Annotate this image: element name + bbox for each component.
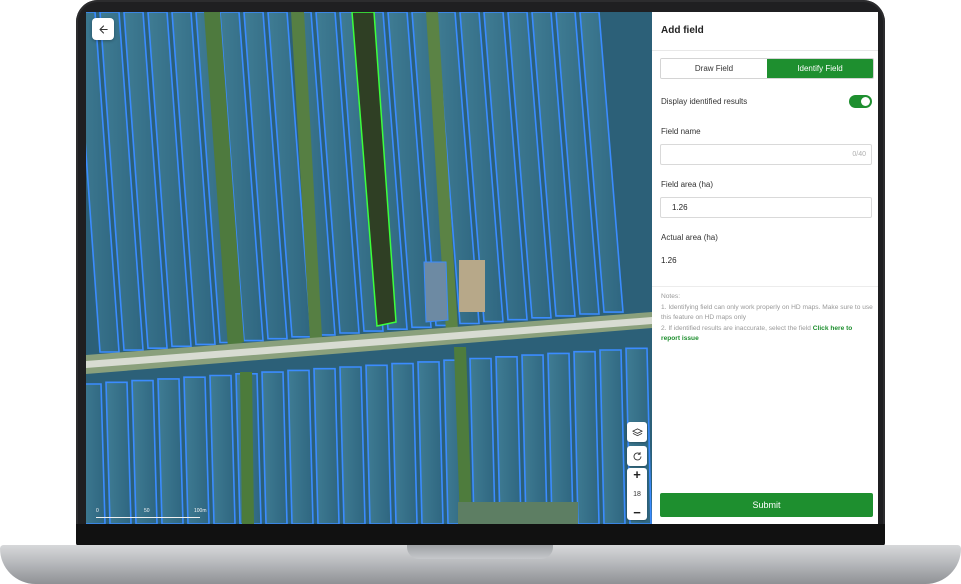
field-strip — [547, 352, 574, 524]
field-plot — [423, 261, 449, 323]
layers-button[interactable] — [627, 422, 647, 442]
scale-label: 0 — [96, 508, 99, 514]
scale-bar: 0 50 100m — [96, 508, 207, 522]
zoom-level: 18 — [633, 490, 641, 498]
field-strip — [131, 379, 158, 524]
zoom-in-button[interactable]: + — [633, 468, 641, 482]
mode-tabs: Draw Field Identify Field — [660, 58, 874, 79]
field-name-counter: 0/40 — [852, 151, 866, 158]
field-strip — [495, 355, 522, 524]
field-strip — [573, 350, 600, 524]
notes-line-2-text: 2. If identified results are inaccurate,… — [661, 324, 811, 332]
field-area-label: Field area (ha) — [661, 180, 714, 189]
layers-icon — [631, 427, 643, 436]
zoom-control: + 18 − — [627, 468, 647, 520]
field-strip — [417, 361, 444, 524]
field-strip — [469, 357, 496, 524]
field-area-value: 1.26 — [672, 203, 688, 212]
field-strip — [157, 378, 184, 524]
arrow-left-icon — [98, 24, 108, 34]
refresh-icon — [633, 451, 641, 460]
app-screen: + 18 − 0 50 100m Add field Draw Field Id… — [86, 12, 878, 524]
divider — [652, 50, 878, 51]
display-results-toggle[interactable] — [849, 95, 872, 108]
satellite-map[interactable]: + 18 − 0 50 100m — [86, 12, 652, 524]
tab-draw-field[interactable]: Draw Field — [661, 59, 767, 78]
notes-line-1: 1. Identifying field can only work prope… — [661, 303, 873, 322]
map-imagery — [86, 12, 652, 524]
plus-icon: + — [633, 467, 641, 482]
bare-plot — [459, 260, 485, 312]
refresh-button[interactable] — [627, 446, 647, 466]
field-strip — [365, 364, 392, 524]
scale-label: 50 — [144, 508, 150, 514]
field-area-input[interactable]: 1.26 — [660, 197, 872, 218]
field-name-input[interactable]: 0/40 — [660, 144, 872, 165]
field-strip — [599, 349, 626, 524]
laptop-notch — [407, 545, 553, 559]
field-strip — [391, 362, 418, 524]
field-strip — [183, 376, 210, 524]
scale-label: 100m — [194, 508, 207, 514]
actual-area-value: 1.26 — [661, 256, 677, 265]
toggle-knob — [861, 97, 870, 106]
notes-heading: Notes: — [661, 293, 681, 300]
add-field-panel: Add field Draw Field Identify Field Disp… — [652, 12, 878, 524]
field-strip — [521, 354, 548, 524]
scale-line — [96, 517, 200, 518]
notes: Notes: 1. Identifying field can only wor… — [661, 292, 873, 345]
panel-title: Add field — [661, 25, 704, 36]
field-name-label: Field name — [661, 127, 701, 136]
divider — [652, 286, 878, 287]
back-button[interactable] — [92, 18, 114, 40]
field-strip — [313, 367, 340, 524]
submit-button[interactable]: Submit — [660, 493, 873, 517]
field-strip — [261, 371, 288, 524]
zoom-out-button[interactable]: − — [633, 506, 641, 520]
display-results-label: Display identified results — [661, 97, 748, 106]
field-strip — [209, 374, 236, 524]
field-strip — [339, 366, 366, 524]
notes-line-2: 2. If identified results are inaccurate,… — [661, 324, 873, 345]
clearing — [458, 502, 578, 524]
field-strip — [86, 383, 106, 524]
tab-identify-field[interactable]: Identify Field — [767, 59, 873, 78]
field-strip — [105, 381, 132, 524]
minus-icon: − — [633, 505, 641, 520]
tree-row — [240, 372, 254, 524]
field-strip — [287, 369, 314, 524]
actual-area-label: Actual area (ha) — [661, 233, 718, 242]
